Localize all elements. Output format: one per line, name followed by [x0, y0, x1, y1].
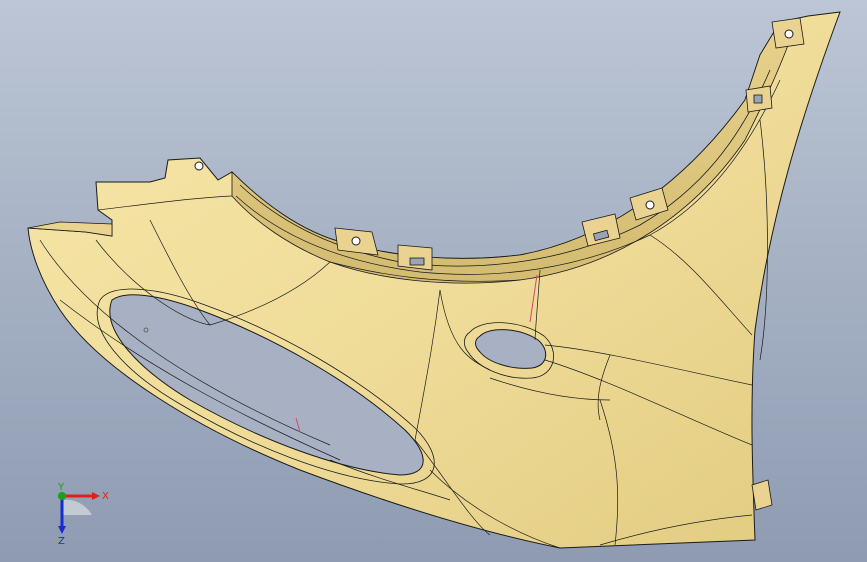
y-axis-label: Y [57, 482, 65, 493]
bolt-hole [194, 161, 204, 171]
z-axis-arrow [58, 526, 66, 534]
rear-corner-tab [751, 479, 773, 511]
coordinate-triad: X Z Y [57, 482, 109, 547]
x-axis-label: X [102, 491, 109, 502]
triad-base [62, 499, 92, 515]
bolt-hole [784, 29, 794, 39]
fender-3d-model[interactable] [0, 0, 867, 562]
bolt-hole [645, 200, 655, 210]
x-axis-arrow [92, 492, 100, 500]
bolt-hole [351, 236, 361, 246]
y-axis-point [58, 492, 66, 500]
z-axis-label: Z [58, 536, 65, 547]
graphics-viewport[interactable]: X Z Y [0, 0, 867, 562]
